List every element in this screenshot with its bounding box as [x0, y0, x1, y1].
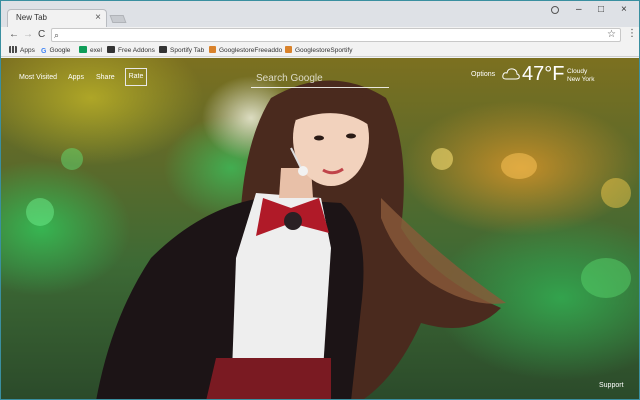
support-link[interactable]: Support	[599, 382, 624, 389]
maximize-button[interactable]: □	[598, 4, 604, 16]
bookmark-label: Apps	[20, 47, 35, 54]
bookmark-label: Sportify Tab	[170, 47, 205, 54]
close-window-button[interactable]: ×	[621, 4, 627, 16]
cloud-icon	[502, 68, 520, 80]
store-icon	[209, 46, 216, 53]
bookmark-star-icon[interactable]: ☆	[607, 29, 616, 41]
weather-city: New York	[567, 76, 595, 83]
bookmark-label: Free Addons	[118, 47, 155, 54]
share-link[interactable]: Share	[96, 73, 115, 83]
search-input[interactable]	[251, 69, 389, 88]
title-bar: New Tab × – □ ×	[1, 1, 639, 27]
bookmark-label: GooglestoreFreeaddo	[219, 47, 283, 54]
search-box	[251, 68, 389, 88]
bookmark-free-addons[interactable]: Free Addons	[107, 45, 155, 56]
tab-new-tab[interactable]: New Tab ×	[7, 9, 107, 27]
bookmarks-bar: Apps G Google exel Free Addons Sportify T…	[1, 44, 639, 57]
search-icon: ⌕	[54, 30, 60, 40]
bookmark-googlestore-sportify[interactable]: GooglestoreSportify	[285, 45, 352, 56]
tab-close-icon[interactable]: ×	[95, 11, 101, 25]
temperature: 47°F	[522, 63, 565, 85]
bookmark-googlestore-freeaddo[interactable]: GooglestoreFreeaddo	[209, 45, 282, 56]
rate-button[interactable]: Rate	[125, 68, 147, 86]
sportify-icon	[159, 46, 167, 53]
apps-grid-icon	[9, 46, 17, 53]
minimize-button[interactable]: –	[576, 4, 582, 16]
bookmark-sportify-tab[interactable]: Sportify Tab	[159, 45, 204, 56]
bookmark-label: Google	[49, 47, 71, 54]
browser-window: New Tab × – □ × ← → C ⌕ ☆ ⋮ Apps G Google…	[0, 0, 640, 400]
store-icon	[285, 46, 292, 53]
bookmark-google[interactable]: G Google	[41, 45, 70, 56]
menu-icon[interactable]: ⋮	[627, 28, 637, 40]
new-tab-page: Most Visited Apps Share Rate Options 47°…	[1, 58, 639, 399]
apps-link[interactable]: Apps	[68, 73, 84, 83]
back-button[interactable]: ←	[9, 29, 19, 41]
bookmark-exel[interactable]: exel	[79, 45, 102, 56]
options-link[interactable]: Options	[471, 71, 495, 78]
bookmark-label: GooglestoreSportify	[295, 47, 353, 54]
forward-button[interactable]: →	[23, 29, 33, 41]
reload-button[interactable]: C	[38, 29, 45, 41]
bookmark-label: exel	[90, 47, 102, 54]
most-visited-link[interactable]: Most Visited	[19, 73, 57, 83]
addons-icon	[107, 46, 115, 53]
google-icon: G	[41, 48, 47, 55]
toolbar: ← → C ⌕ ☆ ⋮	[1, 27, 639, 44]
tab-title: New Tab	[16, 13, 47, 22]
profile-icon[interactable]	[551, 6, 559, 14]
new-tab-button[interactable]	[109, 15, 127, 23]
wallpaper-photo	[96, 80, 506, 399]
weather-condition: Cloudy	[567, 68, 588, 75]
sheets-icon	[79, 46, 87, 53]
address-bar[interactable]: ⌕ ☆	[51, 28, 621, 42]
bookmark-apps[interactable]: Apps	[9, 45, 35, 56]
